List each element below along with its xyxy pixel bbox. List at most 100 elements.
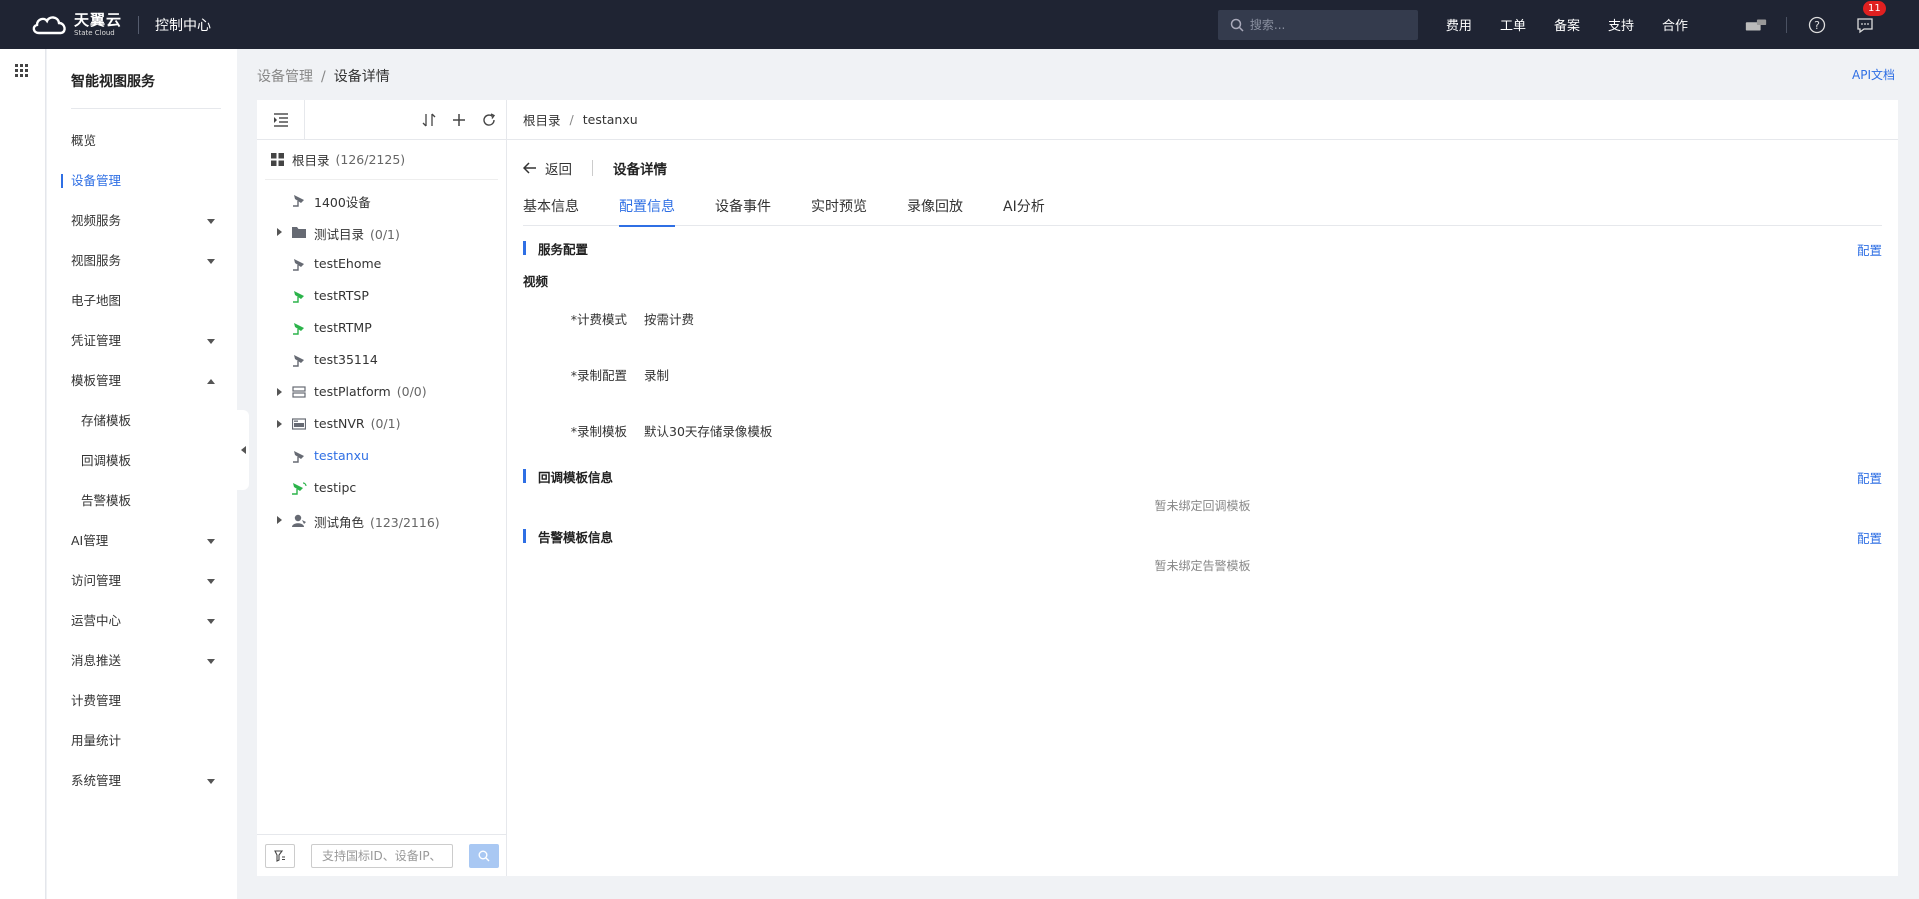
tree-node-testipc[interactable]: testipc (257, 472, 506, 504)
nav-filing[interactable]: 备案 (1554, 15, 1580, 34)
cloud-logo-icon (30, 13, 70, 37)
sidebar-item-ai-management[interactable]: AI管理 (47, 521, 237, 561)
global-search-input[interactable]: 搜索... (1217, 9, 1418, 40)
sidebar-item-video-service[interactable]: 视频服务 (47, 201, 237, 241)
tree-toolbar (257, 99, 506, 140)
tree-node-1400[interactable]: 1400设备 (257, 184, 506, 216)
tree-node-test35114[interactable]: test35114 (257, 344, 506, 376)
breadcrumb: 设备管理 / 设备详情 (257, 69, 390, 85)
tree-node-testnvr[interactable]: testNVR (0/1) (257, 408, 506, 440)
sidebar-item-view-service[interactable]: 视图服务 (47, 241, 237, 281)
callback-config-button[interactable]: 配置 (1857, 468, 1882, 487)
console-title[interactable]: 控制中心 (155, 15, 211, 35)
breadcrumb-device-management[interactable]: 设备管理 (257, 69, 313, 85)
refresh-button[interactable] (480, 111, 498, 129)
sidebar-item-e-map[interactable]: 电子地图 (47, 281, 237, 321)
camera-icon (291, 257, 307, 271)
nav-partner[interactable]: 合作 (1662, 15, 1688, 34)
chevron-right-icon[interactable] (277, 228, 282, 236)
device-breadcrumb: 根目录 / testanxu (507, 100, 1898, 140)
device-tree-panel: 根目录 (126/2125) 1400设备 测试目录 (0/1) testEhome… (257, 99, 507, 876)
logo-en-text: State Cloud (74, 28, 115, 37)
help-icon[interactable]: ? (1805, 13, 1829, 37)
sidebar-item-template-management[interactable]: 模板管理 (47, 361, 237, 401)
sidebar-item-operations-center[interactable]: 运营中心 (47, 601, 237, 641)
tab-device-events[interactable]: 设备事件 (715, 196, 771, 226)
chevron-down-icon (207, 619, 215, 624)
crumb-root[interactable]: 根目录 (523, 110, 561, 129)
logo[interactable]: 天翼云 State Cloud (30, 12, 122, 37)
sidebar-item-access-management[interactable]: 访问管理 (47, 561, 237, 601)
sidebar-item-storage-template[interactable]: 存储模板 (47, 401, 237, 441)
tree-nodes: 1400设备 测试目录 (0/1) testEhome testRTSP test… (257, 184, 506, 536)
filter-button[interactable] (265, 843, 295, 868)
divider (1786, 16, 1787, 33)
product-rail (0, 49, 46, 899)
sidebar-item-billing[interactable]: 计费管理 (47, 681, 237, 721)
callback-template-heading: 回调模板信息 (523, 468, 613, 485)
tree-search-bar: 支持国标ID、设备IP、 (257, 834, 507, 876)
api-docs-link[interactable]: API文档 (1852, 66, 1895, 83)
sidebar-item-overview[interactable]: 概览 (47, 121, 237, 161)
arrow-left-icon (523, 162, 536, 174)
breadcrumb-current: 设备详情 (333, 69, 390, 85)
chevron-down-icon (207, 259, 215, 264)
search-button[interactable] (469, 843, 499, 868)
tree-node-test-directory[interactable]: 测试目录 (0/1) (257, 216, 506, 248)
refresh-icon (483, 113, 496, 126)
sort-button[interactable] (420, 111, 438, 129)
chevron-right-icon[interactable] (277, 516, 282, 524)
back-button[interactable]: 返回 (523, 158, 572, 178)
sidebar-collapse-button[interactable] (237, 410, 249, 490)
sidebar-item-system-management[interactable]: 系统管理 (47, 761, 237, 801)
sidebar-item-usage-stats[interactable]: 用量统计 (47, 721, 237, 761)
platform-icon (291, 385, 307, 399)
role-icon (291, 513, 307, 527)
sidebar-item-device-management[interactable]: 设备管理 (47, 161, 237, 201)
tree-node-testanxu[interactable]: testanxu (257, 440, 506, 472)
tab-live-preview[interactable]: 实时预览 (811, 196, 867, 226)
sidebar-item-message-push[interactable]: 消息推送 (47, 641, 237, 681)
folder-icon (291, 225, 307, 239)
detail-tabs: 基本信息 配置信息 设备事件 实时预览 录像回放 AI分析 (523, 196, 1882, 227)
tree-node-testehome[interactable]: testEhome (257, 248, 506, 280)
svg-text:?: ? (1814, 19, 1820, 32)
divider (138, 15, 140, 34)
chevron-down-icon (207, 579, 215, 584)
tree-root[interactable]: 根目录 (126/2125) (265, 140, 498, 180)
add-button[interactable] (450, 111, 468, 129)
nav-support[interactable]: 支持 (1608, 15, 1634, 34)
tab-config-info[interactable]: 配置信息 (619, 196, 675, 227)
nav-fees[interactable]: 费用 (1446, 15, 1472, 34)
plus-icon (453, 114, 465, 126)
chevron-down-icon (207, 659, 215, 664)
chevron-down-icon (207, 779, 215, 784)
tree-collapse-button[interactable] (257, 99, 305, 140)
sidebar-item-callback-template[interactable]: 回调模板 (47, 441, 237, 481)
nav-tickets[interactable]: 工单 (1500, 15, 1526, 34)
grid-icon (271, 153, 284, 166)
apps-grid-icon[interactable] (15, 64, 29, 78)
tree-node-test-role[interactable]: 测试角色 (123/2116) (257, 504, 506, 536)
tree-node-testrtsp[interactable]: testRTSP (257, 280, 506, 312)
alarm-config-button[interactable]: 配置 (1857, 528, 1882, 547)
user-avatar-icon[interactable] (1744, 13, 1768, 37)
sidebar-item-credentials[interactable]: 凭证管理 (47, 321, 237, 361)
service-config-button[interactable]: 配置 (1857, 240, 1882, 259)
chevron-right-icon[interactable] (277, 388, 282, 396)
sidebar-title: 智能视图服务 (71, 74, 155, 90)
tree-node-testrtmp[interactable]: testRTMP (257, 312, 506, 344)
sidebar-item-alarm-template[interactable]: 告警模板 (47, 481, 237, 521)
device-search-input[interactable]: 支持国标ID、设备IP、 (311, 843, 453, 868)
tree-node-testplatform[interactable]: testPlatform (0/0) (257, 376, 506, 408)
detail-title: 设备详情 (613, 162, 667, 178)
tab-basic-info[interactable]: 基本信息 (523, 196, 579, 226)
tab-ai-analysis[interactable]: AI分析 (1003, 196, 1045, 226)
message-icon[interactable]: 11 (1853, 0, 1886, 37)
tab-playback[interactable]: 录像回放 (907, 196, 963, 226)
sidebar-menu: 概览 设备管理 视频服务 视图服务 电子地图 凭证管理 模板管理 存储模板 回调… (47, 121, 237, 801)
chevron-right-icon[interactable] (277, 420, 282, 428)
chevron-down-icon (207, 219, 215, 224)
camera-wifi-online-icon (291, 481, 307, 495)
alarm-template-heading: 告警模板信息 (523, 528, 613, 545)
